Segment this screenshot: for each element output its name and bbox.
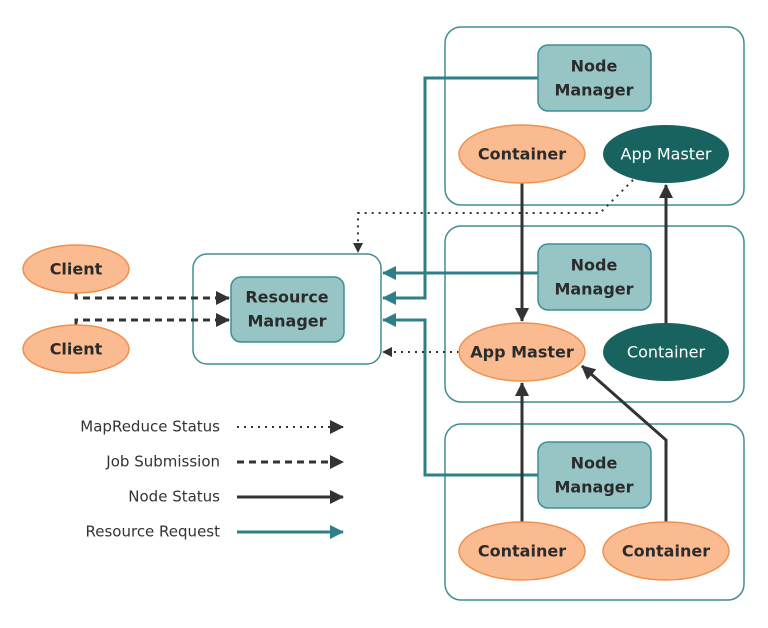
container-label: Container bbox=[478, 542, 566, 561]
job-submission-arrow-2 bbox=[74, 313, 230, 327]
container-node2: Container bbox=[603, 323, 729, 381]
app-master-node1: App Master bbox=[603, 125, 729, 183]
node-manager-label-1: Node bbox=[571, 454, 618, 473]
resource-manager-label-1: Resource bbox=[245, 288, 328, 307]
node-manager-label-2: Manager bbox=[554, 81, 633, 100]
legend-label-node-status: Node Status bbox=[128, 488, 220, 506]
app-master-node2: App Master bbox=[458, 322, 586, 382]
legend-label-mapreduce-status: MapReduce Status bbox=[80, 418, 220, 436]
container-label: Container bbox=[622, 542, 710, 561]
job-submission-arrow-1 bbox=[74, 291, 230, 305]
node-manager-label-2: Manager bbox=[554, 478, 633, 497]
client-label: Client bbox=[50, 260, 103, 279]
app-master-label: App Master bbox=[470, 343, 574, 362]
legend-label-resource-request: Resource Request bbox=[86, 523, 221, 541]
legend: MapReduce Status Job Submission Node Sta… bbox=[80, 418, 344, 541]
node-manager-label-2: Manager bbox=[554, 280, 633, 299]
container-label: Container bbox=[627, 343, 706, 362]
container-node3-left: Container bbox=[458, 521, 586, 581]
client-label: Client bbox=[50, 340, 103, 359]
node-manager-3: Node Manager bbox=[537, 441, 652, 509]
resource-request-arrow-1 bbox=[382, 76, 538, 305]
mapreduce-status-arrow-1 bbox=[353, 179, 634, 253]
node-manager-1: Node Manager bbox=[537, 44, 652, 112]
app-master-label: App Master bbox=[621, 145, 712, 164]
container-node3-right: Container bbox=[602, 521, 730, 581]
yarn-architecture-diagram: Resource Manager Client Client Node Mana… bbox=[22, 26, 745, 601]
client-2: Client bbox=[22, 324, 130, 374]
node-manager-2: Node Manager bbox=[537, 243, 652, 311]
resource-manager: Resource Manager bbox=[230, 276, 345, 343]
container-label: Container bbox=[478, 145, 566, 164]
container-node1: Container bbox=[458, 124, 586, 184]
client-1: Client bbox=[22, 244, 130, 294]
legend-label-job-submission: Job Submission bbox=[105, 453, 220, 471]
resource-manager-label-2: Manager bbox=[247, 312, 326, 331]
node-manager-label-1: Node bbox=[571, 256, 618, 275]
node-manager-label-1: Node bbox=[571, 57, 618, 76]
